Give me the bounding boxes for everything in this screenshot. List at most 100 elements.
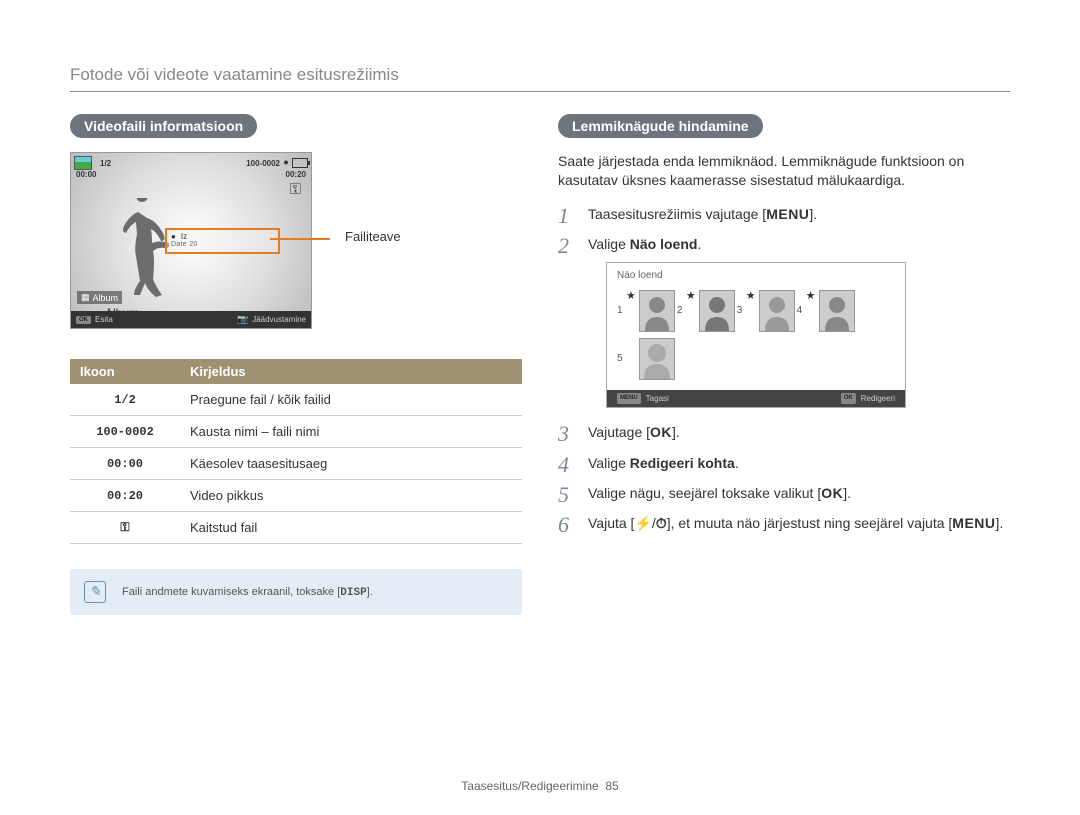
- icon-cell: 00:00: [70, 448, 180, 480]
- face-cell: 5 ★: [617, 338, 675, 380]
- right-column: Lemmiknägude hindamine Saate järjestada …: [558, 114, 1010, 615]
- icon-description-table: Ikoon Kirjeldus 1/2 Praegune fail / kõik…: [70, 359, 522, 544]
- left-column: Videofaili informatsioon 1/2 100-0002 ⏺ …: [70, 114, 522, 615]
- step-3: Vajutage [OK].: [558, 422, 1010, 442]
- record-dot-icon: ⏺: [284, 158, 288, 168]
- face-list-screen: Näo loend 1 ★ 2 ★ 3: [606, 262, 906, 408]
- face-row: 1 ★ 2 ★ 3 ★: [617, 290, 895, 332]
- face-number: 2: [677, 304, 685, 319]
- step-2: Valige Näo loend. Näo loend 1 ★ 2 ★: [558, 234, 1010, 408]
- icon-cell: 100-0002: [70, 416, 180, 448]
- album-chip-label: Album: [93, 293, 119, 303]
- camera-icon: 📷: [237, 314, 248, 325]
- horizontal-rule: [70, 91, 1010, 92]
- page-title: Fotode või videote vaatamine esitusrežii…: [70, 65, 1010, 85]
- table-row: 100-0002 Kausta nimi – faili nimi: [70, 416, 522, 448]
- video-top-bar: 1/2 100-0002 ⏺: [74, 156, 308, 170]
- thumbnail-icon: [74, 156, 92, 170]
- step-5: Valige nägu, seejärel toksake valikut [O…: [558, 483, 1010, 503]
- step-1: Taasesitusrežiimis vajutage [MENU].: [558, 204, 1010, 224]
- desc-cell: Kaitstud fail: [180, 512, 522, 544]
- footer-edit-label: Redigeeri: [861, 393, 895, 405]
- step-text: .: [697, 236, 701, 252]
- dancer-silhouette: [116, 198, 171, 303]
- table-row: ⚿ Kaitstud fail: [70, 512, 522, 544]
- footer-page-number: 85: [605, 779, 618, 793]
- star-icon: ★: [746, 289, 756, 305]
- step-text: .: [735, 455, 739, 471]
- table-row: 00:00 Käesolev taasesitusaeg: [70, 448, 522, 480]
- file-info-overlay: ●Iz Date 20: [165, 228, 280, 254]
- step-text: Valige nägu, seejärel toksake valikut [: [588, 485, 821, 501]
- face-thumb: [759, 290, 795, 332]
- note-text-b: ].: [367, 586, 373, 598]
- face-cell: 3 ★: [737, 290, 795, 332]
- lock-icon: ⚿: [70, 512, 180, 544]
- face-row: 5 ★: [617, 338, 895, 380]
- face-cell: 4 ★: [797, 290, 855, 332]
- desc-cell: Käesolev taasesitusaeg: [180, 448, 522, 480]
- section-title-left: Videofaili informatsioon: [70, 114, 257, 138]
- step-strong: Redigeeri kohta: [630, 455, 735, 471]
- step-text: ].: [996, 515, 1004, 531]
- step-text: Taasesitusrežiimis vajutage [: [588, 206, 766, 222]
- steps-list: Taasesitusrežiimis vajutage [MENU]. Vali…: [558, 204, 1010, 534]
- star-icon: ★: [626, 289, 636, 305]
- face-number: 5: [617, 352, 625, 367]
- icon-cell: 00:20: [70, 480, 180, 512]
- menu-button-label: MENU: [952, 515, 995, 531]
- section-title-right: Lemmiknägude hindamine: [558, 114, 763, 138]
- info-box-line1: Iz: [181, 232, 187, 241]
- face-number: 4: [797, 304, 805, 319]
- face-screen-footer: MENU Tagasi OK Redigeeri: [607, 390, 905, 408]
- table-header-icon: Ikoon: [70, 359, 180, 384]
- face-thumb: [819, 290, 855, 332]
- icon-cell: 1/2: [70, 384, 180, 416]
- footer-capture-label: Jäädvustamine: [252, 315, 306, 324]
- step-text: Valige: [588, 455, 630, 471]
- callout-line: [270, 238, 330, 240]
- step-text: Vajuta [: [588, 515, 634, 531]
- step-text: ].: [843, 485, 851, 501]
- ok-icon: OK: [841, 393, 856, 404]
- face-cell: 1 ★: [617, 290, 675, 332]
- desc-cell: Video pikkus: [180, 480, 522, 512]
- note-text: Faili andmete kuvamiseks ekraanil, toksa…: [122, 586, 373, 599]
- step-strong: Näo loend: [630, 236, 698, 252]
- battery-icon: [292, 158, 308, 168]
- step-4: Valige Redigeeri kohta.: [558, 453, 1010, 473]
- face-thumb: [639, 290, 675, 332]
- lock-icon: ⚿: [290, 181, 301, 198]
- video-counter: 1/2: [100, 159, 111, 168]
- table-row: 1/2 Praegune fail / kõik failid: [70, 384, 522, 416]
- menu-button-label: MENU: [766, 206, 809, 222]
- face-thumb: [639, 338, 675, 380]
- grid-icon: ▦: [81, 292, 90, 303]
- footer-back-label: Tagasi: [646, 393, 669, 405]
- video-time-elapsed: 00:00: [76, 170, 96, 179]
- face-number: 1: [617, 304, 625, 319]
- step-text: ].: [809, 206, 817, 222]
- star-icon: ★: [806, 289, 816, 305]
- menu-icon: MENU: [617, 393, 641, 404]
- flash-icon: ⚡: [634, 515, 651, 531]
- page-footer: Taasesitus/Redigeerimine 85: [0, 779, 1080, 793]
- video-file-number: 100-0002: [246, 159, 280, 168]
- step-text: ].: [672, 424, 680, 440]
- note-text-a: Faili andmete kuvamiseks ekraanil, toksa…: [122, 586, 340, 598]
- video-screen: 1/2 100-0002 ⏺ 00:00 00:20 ⚿: [70, 152, 312, 329]
- ok-button-label: OK: [821, 485, 843, 501]
- face-thumb: [699, 290, 735, 332]
- ok-icon: OK: [76, 316, 91, 324]
- face-number: 3: [737, 304, 745, 319]
- step-text: Valige: [588, 236, 630, 252]
- disp-button-label: DISP: [340, 587, 366, 599]
- album-label-overlay: Album: [105, 306, 139, 320]
- info-box-line2: Date 20: [171, 241, 274, 248]
- step-text: Vajutage [: [588, 424, 650, 440]
- desc-cell: Kausta nimi – faili nimi: [180, 416, 522, 448]
- step-6: Vajuta [⚡/⏱], et muuta näo järjestust ni…: [558, 513, 1010, 533]
- table-header-desc: Kirjeldus: [180, 359, 522, 384]
- intro-text: Saate järjestada enda lemmiknäod. Lemmik…: [558, 152, 1010, 190]
- timer-icon: ⏱: [656, 515, 667, 531]
